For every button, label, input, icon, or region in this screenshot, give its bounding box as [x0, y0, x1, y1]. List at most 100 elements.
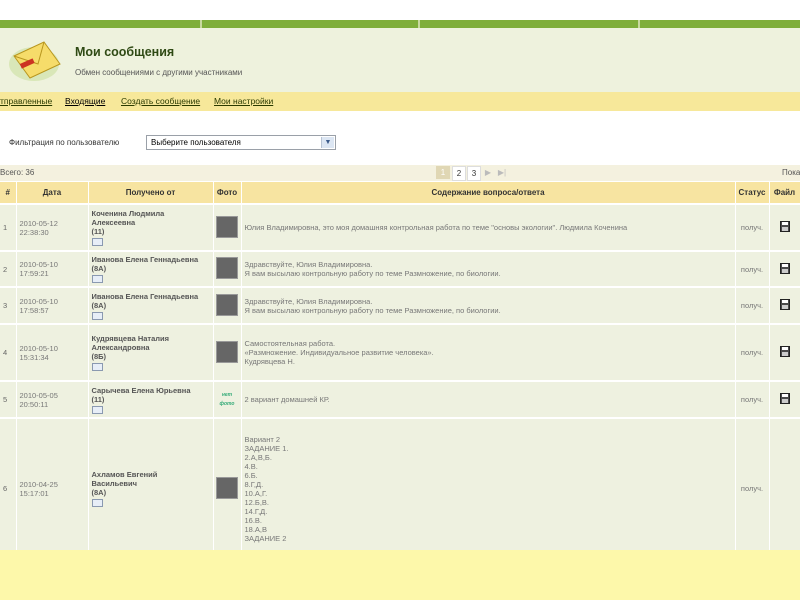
date-value: 2010-05-10 — [19, 296, 58, 306]
floppy-disk-icon[interactable] — [779, 393, 790, 404]
sender-group: (11) — [91, 227, 105, 236]
avatar[interactable] — [216, 215, 238, 238]
message-content[interactable]: 2 вариант домашней КР. — [241, 380, 736, 418]
mail-icon[interactable] — [91, 275, 103, 283]
table-row[interactable]: 1 2010-05-12 22:38:30 Коченина Людмила Алекс… — [0, 203, 800, 251]
message-text: 6.Б. — [244, 470, 258, 480]
message-text: Вариант 2 — [244, 434, 281, 444]
table-row[interactable]: 3 2010-05-10 17:58:57 Иванова Елена Геннадь… — [0, 286, 800, 324]
sender-cell: Кудрявцева Наталия Александровна (8Б) — [88, 323, 214, 381]
next-page-icon[interactable]: ▶ — [482, 166, 494, 179]
sender-name-line2: Васильевич — [91, 479, 138, 488]
total-count: Всего: 36 — [0, 168, 35, 177]
sender-name-line2: Александровна — [91, 343, 150, 352]
date-value: 2010-05-05 — [19, 390, 58, 400]
status-cell: получ. — [735, 323, 770, 381]
avatar[interactable] — [216, 476, 238, 499]
sender-name[interactable]: Коченина Людмила — [92, 209, 210, 218]
page-header: Мои сообщения Обмен сообщениями с другим… — [0, 28, 800, 92]
sender-group: (8А) — [91, 300, 107, 310]
chevron-down-icon[interactable]: ▼ — [321, 137, 334, 148]
tab-separator — [418, 20, 420, 28]
mail-icon[interactable] — [91, 363, 103, 371]
sender-name[interactable]: Ахламов Евгений — [92, 470, 210, 479]
message-text: «Размножение. Индивидуальное развитие че… — [244, 348, 434, 357]
row-number: 2 — [0, 250, 17, 287]
tab-separator — [200, 20, 202, 28]
floppy-disk-icon[interactable] — [779, 299, 790, 310]
message-content[interactable]: Здравствуйте, Юлия Владимировна. Я вам вы… — [241, 286, 736, 324]
last-page-icon[interactable]: ▶| — [496, 166, 508, 179]
status-cell: получ. — [735, 250, 770, 287]
photo-cell — [213, 250, 242, 287]
message-date: 2010-05-10 17:59:21 — [16, 250, 89, 287]
col-status[interactable]: Статус — [735, 182, 770, 204]
mail-icon[interactable] — [91, 405, 103, 414]
row-number: 6 — [0, 417, 17, 550]
message-text: Я вам высылаю контрольную работу по теме… — [244, 305, 501, 315]
table-row[interactable]: 6 2010-04-25 15:17:01 Ахламов Евгений Василь… — [0, 417, 800, 550]
status-cell: получ. — [735, 380, 770, 418]
col-photo: Фото — [213, 182, 242, 204]
page-2[interactable]: 2 — [452, 166, 466, 181]
mail-icon[interactable] — [91, 311, 103, 320]
col-from[interactable]: Получено от — [88, 182, 214, 204]
sender-group: (8Б) — [91, 352, 107, 361]
page-title: Мои сообщения — [75, 45, 175, 59]
floppy-disk-icon[interactable] — [779, 221, 790, 232]
nav-settings[interactable]: Мои настройки — [214, 96, 273, 106]
time-value: 15:17:01 — [19, 488, 49, 498]
row-number: 1 — [0, 203, 17, 251]
message-text: 2 вариант домашней КР. — [244, 395, 330, 404]
message-text: 16.В. — [244, 515, 263, 525]
photo-cell — [213, 203, 242, 251]
message-text: Здравствуйте, Юлия Владимировна. — [244, 296, 373, 306]
col-date[interactable]: Дата — [16, 182, 89, 204]
sender-name[interactable]: Кудрявцева Наталия — [92, 334, 210, 343]
sender-name[interactable]: Иванова Елена Геннадьевна — [92, 255, 210, 264]
message-text: 2.А,В,Б. — [244, 452, 272, 462]
table-row[interactable]: 4 2010-05-10 15:31:34 Кудрявцева Наталия Але… — [0, 323, 800, 381]
message-text: ЗАДАНИЕ 1. — [244, 443, 289, 453]
nav-sent[interactable]: тправленные — [0, 96, 52, 106]
envelope-icon — [9, 41, 61, 81]
pager-bar — [0, 165, 800, 181]
sender-name[interactable]: Сарычева Елена Юрьевна — [92, 386, 210, 395]
messages-table-body: 1 2010-05-12 22:38:30 Коченина Людмила Алекс… — [0, 203, 800, 550]
page-bottom — [0, 550, 800, 600]
table-row[interactable]: 5 2010-05-05 20:50:11 Сарычева Елена Юрьевн… — [0, 380, 800, 418]
avatar[interactable] — [216, 257, 238, 279]
avatar[interactable] — [216, 340, 238, 363]
col-content[interactable]: Содержание вопроса/ответа — [241, 182, 736, 204]
message-date: 2010-05-05 20:50:11 — [16, 380, 89, 418]
sender-group: (8А) — [91, 264, 107, 273]
page-3[interactable]: 3 — [467, 166, 481, 181]
status-cell: получ. — [735, 203, 770, 251]
message-content[interactable]: Вариант 2 ЗАДАНИЕ 1. 2.А,В,Б. 4.В. 6.Б. 8.Г,Д… — [241, 417, 736, 550]
floppy-disk-icon[interactable] — [779, 262, 790, 274]
floppy-disk-icon[interactable] — [779, 346, 790, 357]
file-cell — [769, 417, 800, 550]
table-row[interactable]: 2 2010-05-10 17:59:21 Иванова Елена Геннадь… — [0, 250, 800, 287]
mail-icon[interactable] — [91, 238, 103, 246]
message-content[interactable]: Юлия Владимировна, это моя домашняя конт… — [241, 203, 736, 251]
page-1[interactable]: 1 — [436, 166, 450, 179]
sender-name[interactable]: Иванова Елена Геннадьевна — [92, 292, 210, 301]
user-filter-select[interactable]: Выберите пользователя ▼ — [146, 135, 336, 150]
message-content[interactable]: Самостоятельная работа. «Размножение. Инд… — [241, 323, 736, 381]
time-value: 15:31:34 — [19, 352, 49, 362]
message-text: 8.Г,Д. — [244, 479, 264, 489]
messages-table: # Дата Получено от Фото Содержание вопро… — [0, 182, 800, 550]
message-text: Здравствуйте, Юлия Владимировна. — [244, 260, 373, 269]
photo-cell: нет фото — [213, 380, 242, 418]
photo-cell — [213, 323, 242, 381]
messages-table-wrap: # Дата Получено от Фото Содержание вопро… — [0, 182, 800, 550]
col-num[interactable]: # — [0, 182, 17, 204]
nav-inbox[interactable]: Входящие — [65, 96, 105, 106]
photo-cell — [213, 417, 242, 550]
message-content[interactable]: Здравствуйте, Юлия Владимировна. Я вам вы… — [241, 250, 736, 287]
show-per-page-label: Пока — [782, 168, 800, 177]
nav-create-message[interactable]: Создать сообщение — [121, 96, 200, 106]
mail-icon[interactable] — [91, 499, 103, 507]
avatar[interactable] — [216, 293, 238, 316]
